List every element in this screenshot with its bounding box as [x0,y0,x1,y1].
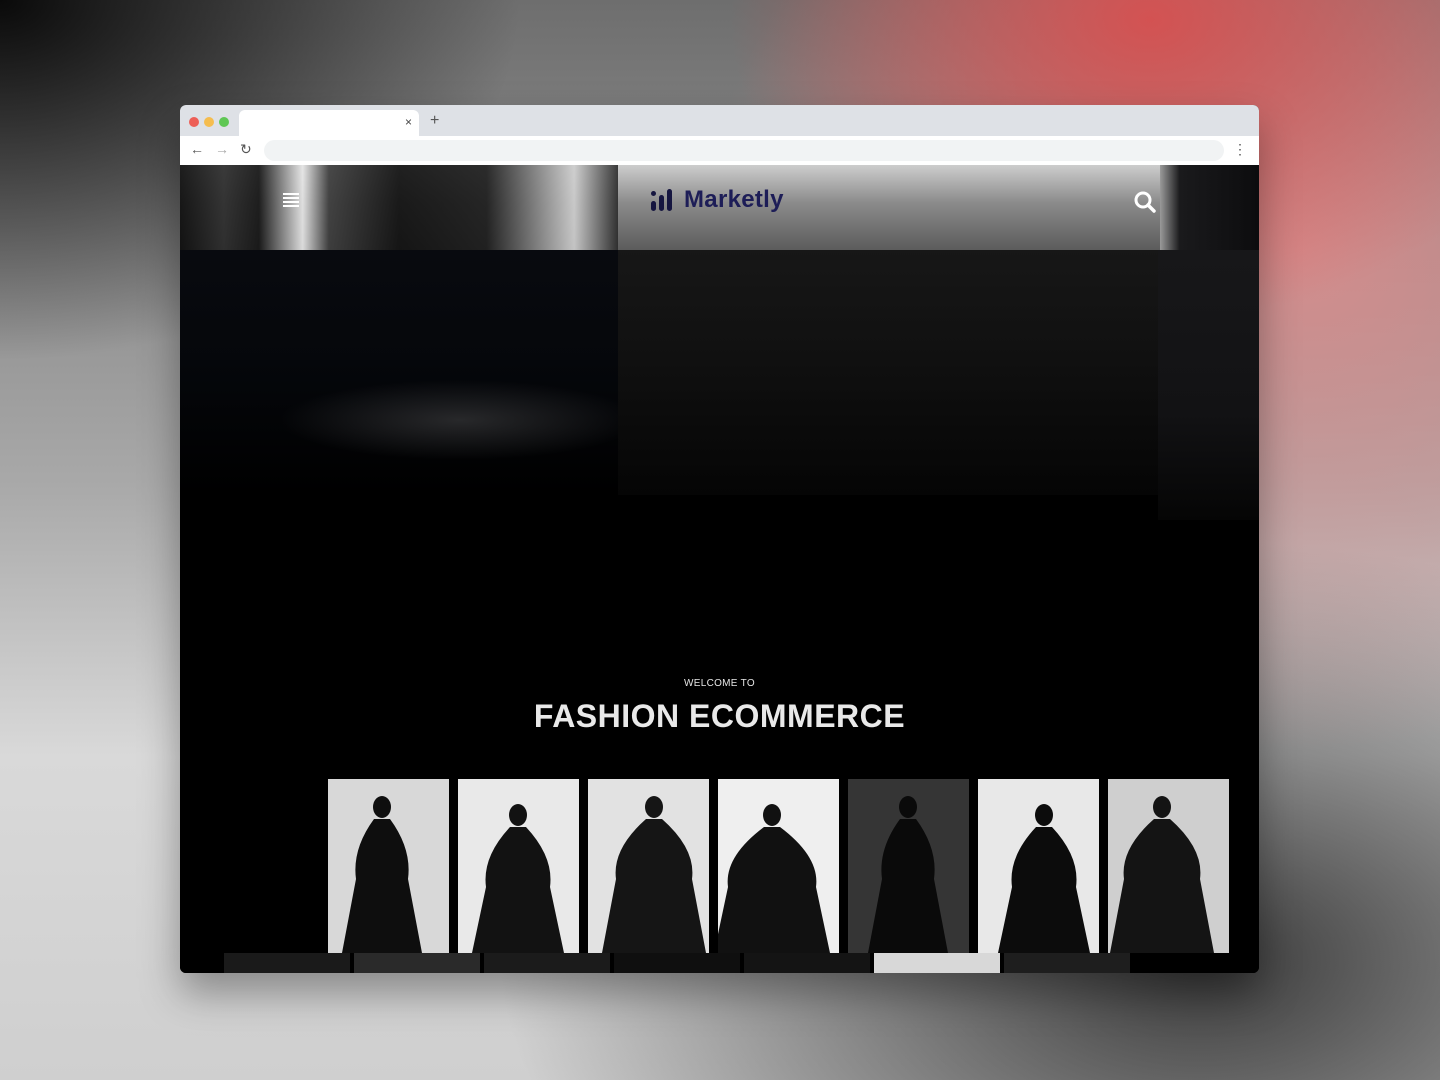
header-backdrop-left [180,165,618,250]
gallery-card[interactable] [848,779,969,953]
forward-button[interactable]: → [215,141,229,157]
site-header: Marketly [180,165,1259,250]
tab-bar: × + [180,105,1259,136]
address-bar[interactable] [264,140,1224,161]
new-tab-button[interactable]: + [430,113,439,129]
model-photo-icon [472,804,564,953]
back-button[interactable]: ← [190,141,204,157]
gallery-card[interactable] [978,779,1099,953]
gallery-thumbnail[interactable] [614,953,740,973]
gallery-card[interactable] [1108,779,1229,953]
brand-logo[interactable]: Marketly [650,185,784,215]
model-photo-icon [998,804,1090,953]
hero-eyebrow: WELCOME TO [684,678,755,689]
gallery-thumbnail[interactable] [484,953,610,973]
gallery-thumbnail[interactable] [874,953,1000,973]
model-photo-icon [1110,796,1214,953]
hamburger-menu-icon[interactable] [283,193,299,209]
browser-toolbar: ← → ↻ ⋮ [180,136,1259,166]
gallery-thumbnail[interactable] [224,953,350,973]
close-window-button[interactable] [189,117,199,127]
hero-title: FASHION ECOMMERCE [533,698,906,734]
model-photo-icon [602,796,706,953]
minimize-window-button[interactable] [204,117,214,127]
reload-button[interactable]: ↻ [240,141,252,157]
search-icon[interactable] [1132,189,1158,215]
header-backdrop-right [1160,165,1259,250]
model-photo-icon [868,796,948,953]
gallery-thumbnail[interactable] [354,953,480,973]
brand-name: Marketly [684,186,784,213]
browser-window: × + ← → ↻ ⋮ Marketly WELCOME TO FASHION … [180,105,1259,973]
model-photo-icon [718,804,830,953]
model-photo-icon [342,796,422,953]
tab-close-icon[interactable]: × [405,115,412,129]
browser-tab[interactable]: × [239,110,419,136]
browser-menu-icon[interactable]: ⋮ [1233,141,1247,157]
gallery-thumbnail[interactable] [1004,953,1130,973]
page-viewport: Marketly WELCOME TO FASHION ECOMMERCE [180,165,1259,973]
gallery-thumbnail[interactable] [744,953,870,973]
gallery-card[interactable] [328,779,449,953]
logo-bars-icon [650,187,676,213]
gallery-card[interactable] [588,779,709,953]
gallery-card[interactable] [718,779,839,953]
maximize-window-button[interactable] [219,117,229,127]
gallery-card[interactable] [458,779,579,953]
